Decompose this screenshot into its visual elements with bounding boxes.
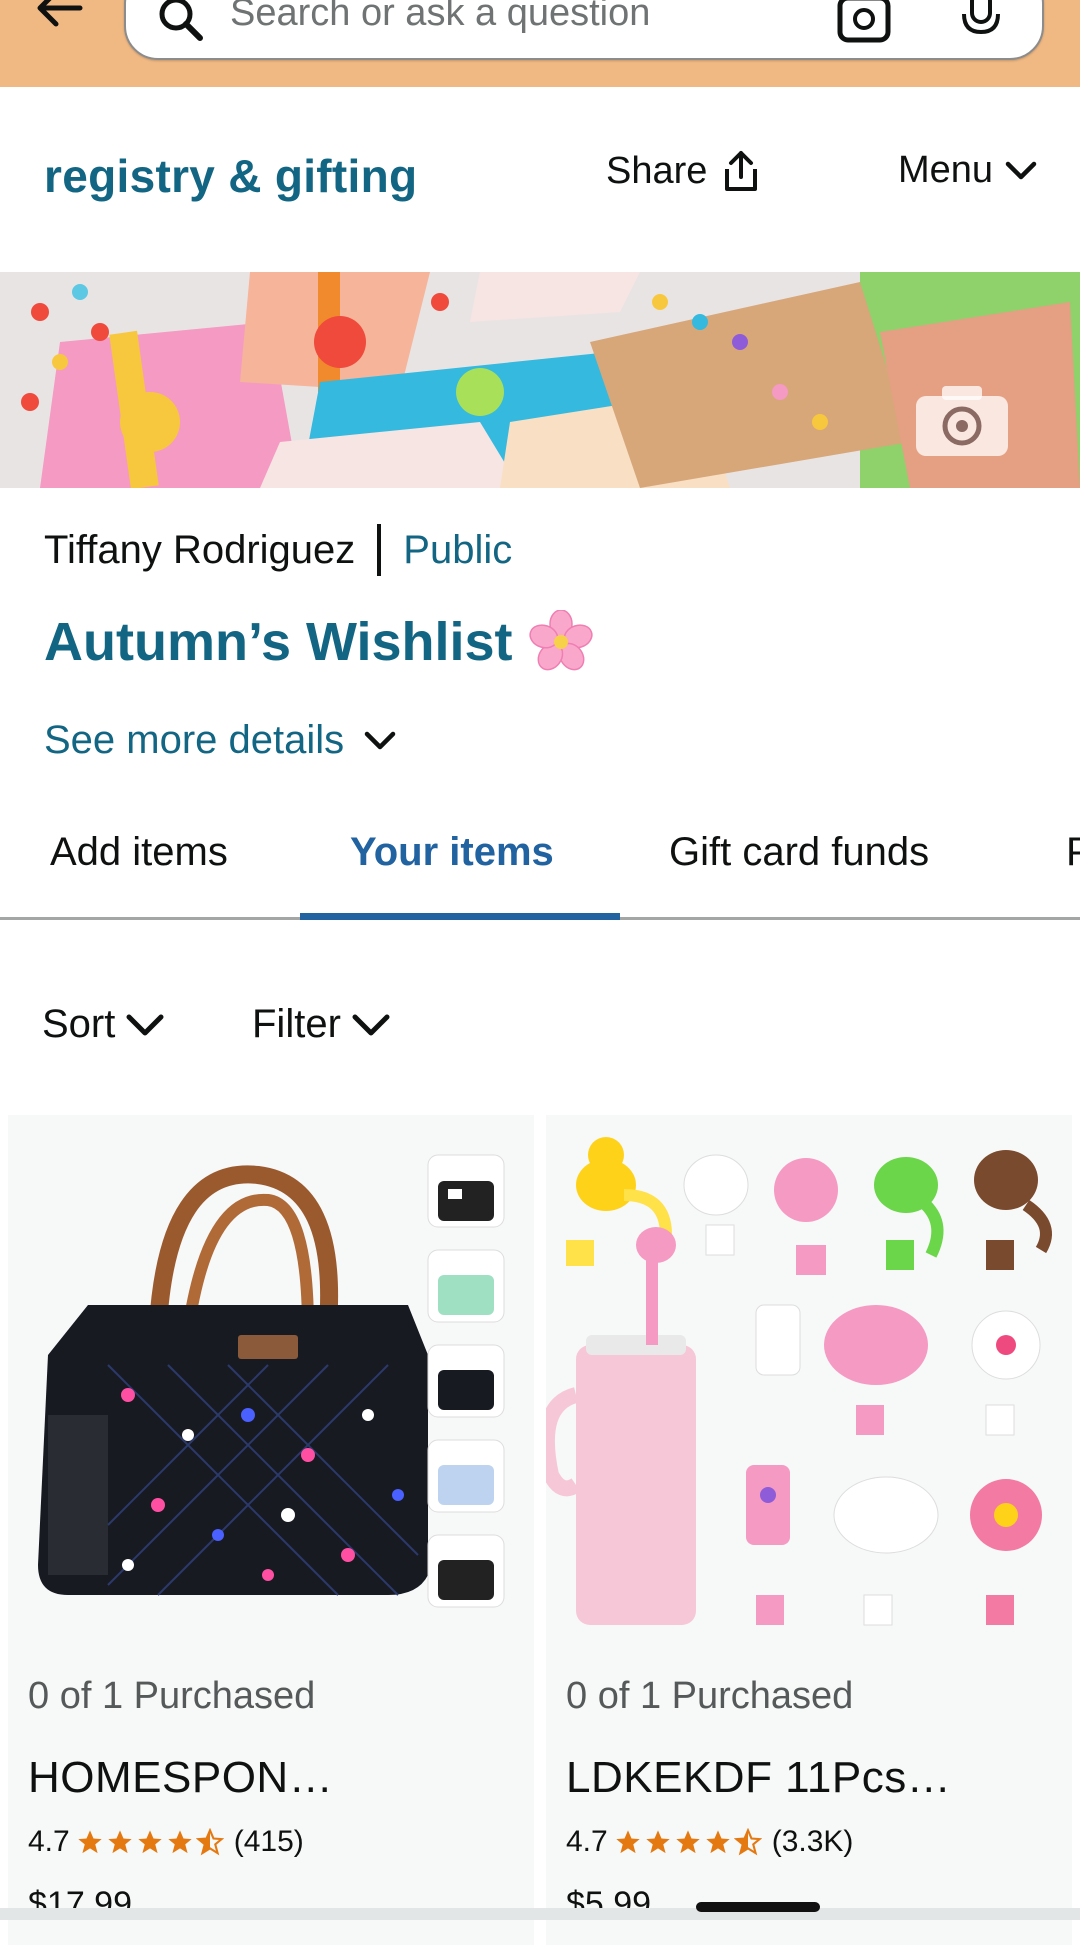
star-icon [78,1830,102,1854]
menu-label: Menu [898,149,994,191]
search-placeholder: Search or ask a question [230,0,651,34]
product-image-lunch-bag[interactable] [8,1115,534,1655]
product-card[interactable]: 0 of 1 Purchased HOMESPON… 4.7 (415) $17… [8,1115,534,1945]
list-owner-row: Tiffany Rodriguez Public [44,524,512,576]
product-title[interactable]: HOMESPON… [28,1753,333,1803]
product-image-straw-toppers[interactable] [546,1115,1072,1655]
star-icon [138,1830,162,1854]
purchased-status: 0 of 1 Purchased [566,1675,854,1717]
bottom-edge [0,1908,1080,1920]
see-more-details-toggle[interactable]: See more details [44,718,396,763]
flower-emoji-icon [528,610,593,671]
filter-button[interactable]: Filter [252,1002,391,1047]
divider [377,524,382,576]
sort-label: Sort [42,1002,116,1046]
star-icon [616,1830,640,1854]
owner-name: Tiffany Rodriguez [44,527,356,572]
filter-label: Filter [252,1002,341,1046]
chevron-down-icon [1005,161,1037,179]
share-button[interactable]: Share [606,149,761,193]
privacy-link[interactable]: Public [403,528,512,573]
half-star-icon [195,1828,224,1856]
active-tab-indicator [300,913,620,920]
share-label: Share [606,149,708,192]
product-card[interactable]: 0 of 1 Purchased LDKEKDF 11Pcs… 4.7 (3.3… [546,1115,1072,1945]
star-rating [614,1828,762,1856]
chevron-down-icon [352,1014,390,1035]
star-icon [646,1830,670,1854]
rating-row[interactable]: 4.7 (415) [28,1825,304,1859]
see-more-label: See more details [44,718,345,762]
registry-brand-title[interactable]: registry & gifting [44,149,417,203]
star-rating [76,1828,224,1856]
star-icon [108,1830,132,1854]
star-icon [676,1830,700,1854]
chevron-down-icon [126,1014,164,1035]
menu-button[interactable]: Menu [898,149,1037,192]
top-search-bar: Search or ask a question [0,0,1080,87]
purchased-status: 0 of 1 Purchased [28,1675,316,1717]
product-title[interactable]: LDKEKDF 11Pcs… [566,1753,951,1803]
registry-header: registry & gifting Share Menu [0,87,1080,272]
list-title-text: Autumn’s Wishlist [44,612,513,672]
list-title: Autumn’s Wishlist [44,610,593,674]
review-count: (415) [233,1825,304,1858]
home-indicator[interactable] [696,1902,820,1912]
tab-overflow[interactable]: P [1066,830,1080,875]
rating-row[interactable]: 4.7 (3.3K) [566,1825,853,1859]
rating-value: 4.7 [566,1825,608,1858]
star-icon [168,1830,192,1854]
star-icon [706,1830,730,1854]
search-field[interactable]: Search or ask a question [124,0,1044,60]
share-icon [725,151,758,191]
search-icon [159,0,203,41]
camera-icon[interactable] [912,382,1012,460]
sort-button[interactable]: Sort [42,1002,165,1047]
tab-your-items[interactable]: Your items [350,830,554,875]
mic-icon[interactable] [956,0,1006,46]
half-star-icon [733,1828,762,1856]
rating-value: 4.7 [28,1825,70,1858]
tab-gift-card-funds[interactable]: Gift card funds [669,830,929,875]
tab-add-items[interactable]: Add items [50,830,228,875]
registry-banner-image [0,272,1080,488]
camera-icon[interactable] [836,0,892,44]
review-count: (3.3K) [771,1825,854,1858]
back-arrow-icon[interactable] [30,0,90,38]
registry-tabs: Add items Your items Gift card funds P [0,800,1080,920]
chevron-down-icon [364,731,396,749]
